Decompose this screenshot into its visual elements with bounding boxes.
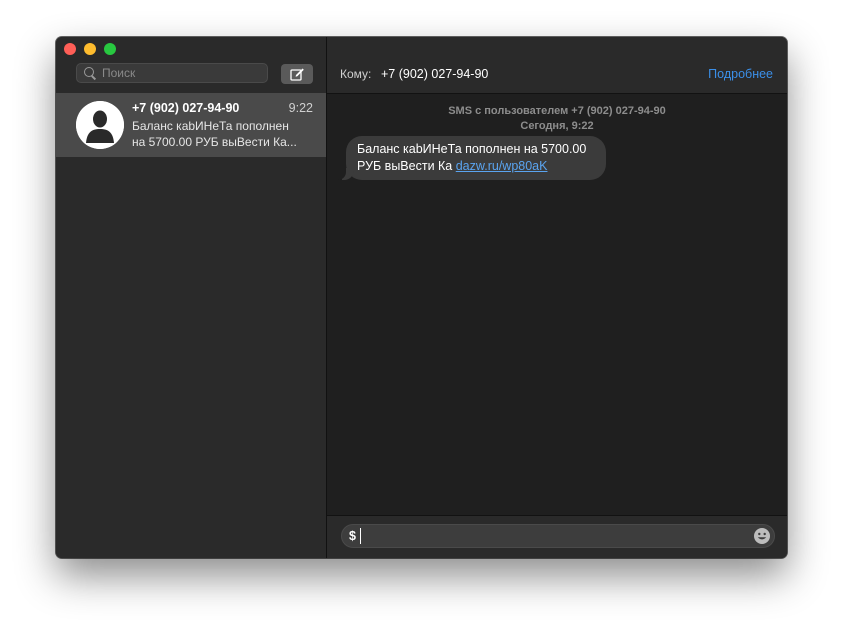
preview-line-1: Баланс каbИНеТа пополнен (132, 119, 289, 133)
close-button[interactable] (64, 43, 76, 55)
minimize-button[interactable] (84, 43, 96, 55)
sidebar: +7 (902) 027-94-90 9:22 Баланс каbИНеТа … (56, 37, 327, 558)
messages-window: +7 (902) 027-94-90 9:22 Баланс каbИНеТа … (56, 37, 787, 558)
details-button[interactable]: Подробнее (708, 67, 773, 81)
search-field[interactable] (76, 63, 268, 83)
maximize-button[interactable] (104, 43, 116, 55)
conversation-pane: Кому: +7 (902) 027-94-90 Подробнее SMS с… (327, 37, 787, 558)
message-input-text: $ (349, 529, 356, 543)
emoji-icon[interactable] (753, 527, 771, 545)
conversation-list-item[interactable]: +7 (902) 027-94-90 9:22 Баланс каbИНеТа … (56, 93, 326, 157)
thread-info-date: Сегодня, 9:22 (520, 120, 594, 132)
compose-button[interactable] (281, 64, 313, 84)
window-controls (64, 43, 116, 55)
avatar (76, 101, 124, 149)
message-bubble: Баланс каbИНеТа пополнен на 5700.00 РУБ … (336, 136, 606, 180)
to-label: Кому: (340, 67, 372, 81)
thread-info-service: SMS с пользователем +7 (902) 027-94-90 (448, 105, 666, 117)
conversation-preview: Баланс каbИНеТа пополнен на 5700.00 РУБ … (132, 118, 312, 150)
conversation-name: +7 (902) 027-94-90 (132, 101, 240, 115)
conversation-header: Кому: +7 (902) 027-94-90 Подробнее (327, 37, 787, 94)
message-link[interactable]: dazw.ru/wp80aK (456, 159, 548, 173)
text-caret (360, 528, 361, 544)
conversation-time: 9:22 (288, 101, 313, 115)
compose-icon (289, 68, 304, 81)
message-input[interactable]: $ (341, 524, 775, 548)
search-input[interactable] (102, 66, 252, 80)
preview-line-2: на 5700.00 РУБ выВести Ка... (132, 135, 297, 149)
recipient-field[interactable]: +7 (902) 027-94-90 (381, 67, 488, 81)
composer-bar: $ (327, 515, 787, 558)
search-icon (83, 66, 97, 80)
person-silhouette-icon (76, 101, 124, 149)
thread-info: SMS с пользователем +7 (902) 027-94-90 С… (327, 104, 787, 134)
